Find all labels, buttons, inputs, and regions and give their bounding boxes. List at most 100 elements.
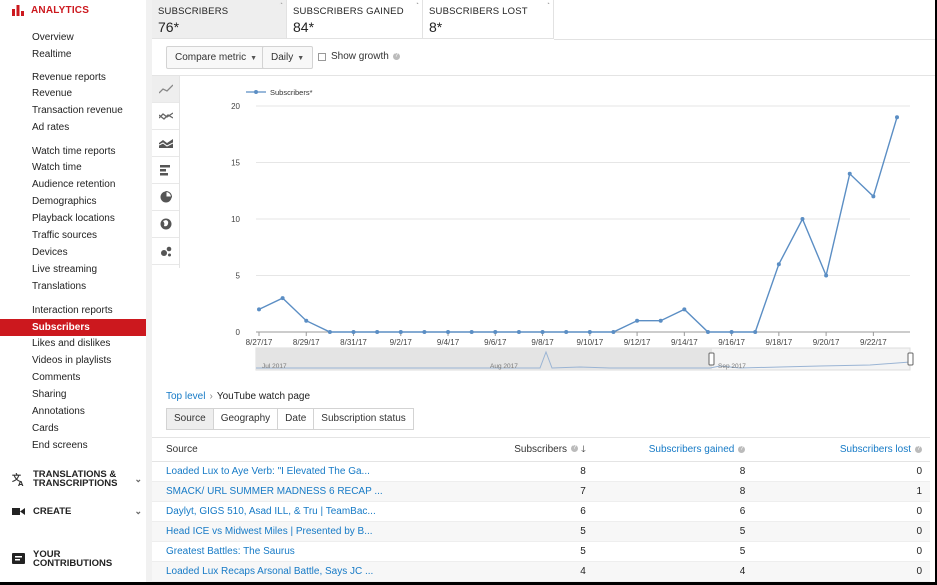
x-tick-label: 8/31/17	[340, 338, 367, 347]
sidebar-item-interaction-reports[interactable]: Interaction reports	[0, 302, 146, 319]
sidebar-item-translations[interactable]: Translations	[0, 278, 146, 295]
sidebar-item-traffic-sources[interactable]: Traffic sources	[0, 227, 146, 244]
sidebar-item-overview[interactable]: Overview	[0, 29, 146, 46]
timeline-label: Jul 2017	[262, 363, 287, 370]
interval-dropdown[interactable]: Daily ▼	[262, 46, 314, 69]
sidebar-item-videos-in-playlists[interactable]: Videos in playlists	[0, 352, 146, 369]
tab-date[interactable]: Date	[277, 408, 315, 430]
sidebar-item-demographics[interactable]: Demographics	[0, 193, 146, 210]
column-header-gained-label: Subscribers gained	[648, 444, 735, 455]
metric-value: 8*	[429, 19, 443, 35]
data-point	[564, 330, 569, 334]
create-section[interactable]: CREATE ⌄	[12, 505, 142, 518]
analytics-header[interactable]: ANALYTICS	[12, 5, 89, 16]
sidebar-item-transaction-revenue[interactable]: Transaction revenue	[0, 102, 146, 119]
data-point	[895, 115, 899, 120]
sidebar-item-watch-time[interactable]: Watch time	[0, 159, 146, 176]
table-row: Head ICE vs Midwest Miles | Presented by…	[152, 521, 930, 542]
row-gained: 4	[593, 561, 754, 582]
sidebar-item-live-streaming[interactable]: Live streaming	[0, 261, 146, 278]
translations-label-2: TRANSCRIPTIONS	[33, 478, 118, 489]
data-point	[753, 330, 758, 334]
line-chart-icon[interactable]	[152, 76, 179, 103]
data-point	[800, 217, 805, 221]
column-header-subscribers-lost[interactable]: Subscribers lost?	[753, 437, 930, 462]
row-source-link[interactable]: Head ICE vs Midwest Miles | Presented by…	[152, 521, 430, 542]
bar-chart-icon[interactable]	[152, 157, 179, 184]
row-gained: 5	[593, 541, 754, 562]
tab-divider	[554, 39, 935, 40]
help-icon: ?	[915, 445, 922, 453]
metric-tab-subscribers-gained[interactable]: SUBSCRIBERS GAINED 84* ◔	[287, 0, 423, 39]
multiline-chart-icon[interactable]	[152, 103, 179, 130]
contributions-section[interactable]: YOUR CONTRIBUTIONS	[12, 550, 142, 568]
sidebar-item-revenue[interactable]: Revenue	[0, 85, 146, 102]
sidebar-item-realtime[interactable]: Realtime	[0, 46, 146, 63]
row-source-link[interactable]: Loaded Lux to Aye Verb: "I Elevated The …	[152, 461, 430, 482]
y-tick-label: 20	[231, 102, 240, 111]
column-header-subscribers-gained[interactable]: Subscribers gained?	[593, 437, 754, 462]
row-subscribers: 5	[429, 521, 594, 542]
tab-source[interactable]: Source	[166, 408, 214, 430]
row-source-link[interactable]: Greatest Battles: The Saurus	[152, 541, 430, 562]
tab-geography[interactable]: Geography	[212, 408, 279, 430]
row-subscribers: 7	[429, 481, 594, 502]
data-point	[304, 318, 309, 323]
breadcrumb-top-level[interactable]: Top level	[166, 391, 205, 402]
data-point	[540, 330, 545, 334]
area-chart-icon[interactable]	[152, 130, 179, 157]
data-point	[824, 273, 829, 278]
column-header-subscribers[interactable]: Subscribers? 🡓	[429, 437, 594, 462]
chevron-down-icon: ⌄	[134, 473, 142, 484]
compare-metric-label: Compare metric	[175, 52, 247, 63]
row-gained: 8	[593, 461, 754, 482]
row-gained: 6	[593, 501, 754, 522]
row-gained: 5	[593, 521, 754, 542]
row-source-link[interactable]: Daylyt, GIGS 510, Asad ILL, & Tru | Team…	[152, 501, 430, 522]
sidebar-item-playback-locations[interactable]: Playback locations	[0, 210, 146, 227]
sidebar-item-comments[interactable]: Comments	[0, 369, 146, 386]
data-point	[611, 330, 616, 334]
sidebar-item-likes-and-dislikes[interactable]: Likes and dislikes	[0, 335, 146, 352]
column-header-subscribers-label: Subscribers	[514, 443, 568, 455]
data-point	[351, 330, 356, 334]
sidebar-item-ad-rates[interactable]: Ad rates	[0, 119, 146, 136]
sidebar-item-devices[interactable]: Devices	[0, 244, 146, 261]
sidebar-item-audience-retention[interactable]: Audience retention	[0, 176, 146, 193]
pie-chart-icon[interactable]	[152, 184, 179, 211]
contributions-icon	[12, 552, 25, 564]
metric-tab-subscribers[interactable]: SUBSCRIBERS 76* ◔	[152, 0, 287, 39]
sidebar-item-end-screens[interactable]: End screens	[0, 437, 146, 454]
sidebar-item-cards[interactable]: Cards	[0, 420, 146, 437]
data-point	[729, 330, 734, 334]
sidebar-item-revenue-reports[interactable]: Revenue reports	[0, 69, 146, 86]
x-tick-label: 9/18/17	[766, 338, 793, 347]
show-growth-toggle[interactable]: Show growth ?	[318, 51, 400, 62]
chart-type-bar	[152, 76, 180, 268]
main-area: SUBSCRIBERS 76* ◔ SUBSCRIBERS GAINED 84*…	[146, 0, 935, 582]
analytics-icon	[12, 5, 24, 16]
sidebar-item-annotations[interactable]: Annotations	[0, 403, 146, 420]
compare-metric-button[interactable]: Compare metric ▼	[166, 46, 267, 69]
x-tick-label: 9/8/17	[531, 338, 554, 347]
y-tick-label: 0	[236, 328, 241, 337]
tab-subscription-status[interactable]: Subscription status	[313, 408, 414, 430]
bubble-chart-icon[interactable]	[152, 238, 179, 265]
report-panel: SUBSCRIBERS 76* ◔ SUBSCRIBERS GAINED 84*…	[152, 0, 935, 582]
data-point	[587, 330, 592, 334]
metric-label: SUBSCRIBERS GAINED	[293, 6, 404, 17]
data-point	[327, 330, 332, 334]
sidebar-item-subscribers[interactable]: Subscribers	[0, 319, 146, 336]
show-growth-checkbox[interactable]	[318, 52, 326, 61]
x-tick-label: 9/20/17	[813, 338, 840, 347]
sidebar-item-watch-time-reports[interactable]: Watch time reports	[0, 143, 146, 160]
row-source-link[interactable]: Loaded Lux Recaps Arsonal Battle, Says J…	[152, 561, 430, 582]
breadcrumb-separator: ›	[209, 391, 213, 402]
data-point	[847, 171, 852, 176]
metric-tab-subscribers-lost[interactable]: SUBSCRIBERS LOST 8* ◔	[423, 0, 554, 39]
sidebar-item-sharing[interactable]: Sharing	[0, 386, 146, 403]
info-icon: ◔	[414, 1, 419, 8]
map-chart-icon[interactable]	[152, 211, 179, 238]
translations-section[interactable]: 文 A TRANSLATIONS & TRANSCRIPTIONS ⌄	[12, 470, 142, 489]
row-source-link[interactable]: SMACK/ URL SUMMER MADNESS 6 RECAP ...	[152, 481, 430, 502]
